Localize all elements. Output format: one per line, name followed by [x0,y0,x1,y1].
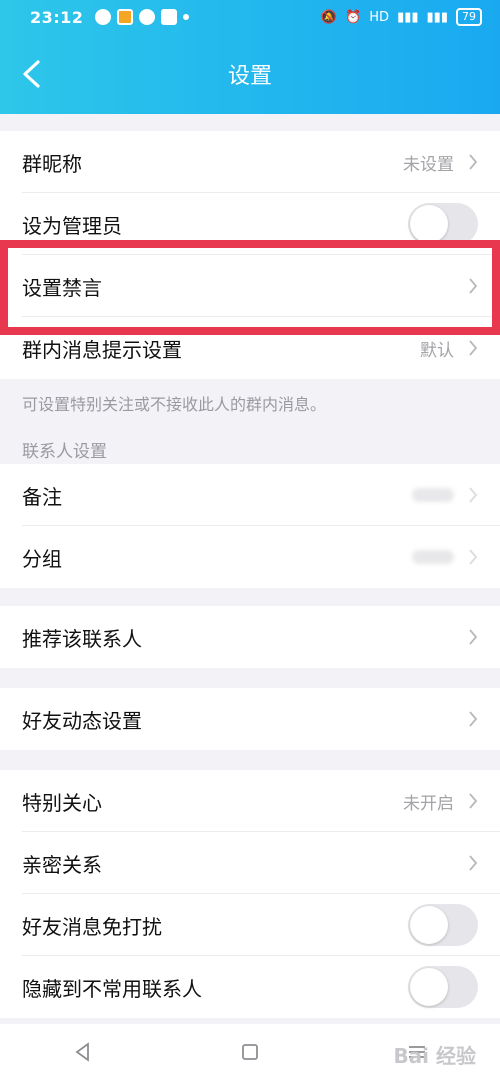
row-right [408,904,478,946]
row-value: 默认 [420,340,454,361]
row-right [412,548,478,566]
chevron-right-icon [468,153,478,171]
row-intimate-relation[interactable]: 亲密关系 [0,832,500,894]
group-friend: 特别关心 未开启 亲密关系 好友消息免打扰 隐藏到不常用联系人 [0,770,500,1018]
status-app-icons [95,9,190,25]
top-bar: 23:12 🔕 ⏰ HD ▮▮▮ ▮▮▮ 79 设置 [0,0,500,114]
dnd-toggle[interactable] [408,904,478,946]
chevron-right-icon [468,628,478,646]
news-icon [161,9,178,25]
chevron-right-icon [468,710,478,728]
status-bar: 23:12 🔕 ⏰ HD ▮▮▮ ▮▮▮ 79 [0,0,500,34]
row-do-not-disturb: 好友消息免打扰 [0,894,500,956]
mute-icon: 🔕 [320,9,338,25]
row-special-care[interactable]: 特别关心 未开启 [0,770,500,832]
toggle-knob [410,906,448,944]
chevron-right-icon [468,792,478,810]
row-label: 设为管理员 [22,213,122,238]
row-hide-uncommon: 隐藏到不常用联系人 [0,956,500,1018]
row-right [412,486,478,504]
hide-toggle[interactable] [408,966,478,1008]
back-button[interactable] [20,54,60,94]
admin-toggle[interactable] [408,203,478,245]
nav-back-button[interactable] [72,1041,94,1067]
row-label: 亲密关系 [22,852,102,877]
row-label: 隐藏到不常用联系人 [22,976,202,1001]
signal-icon: ▮▮▮ [397,9,419,25]
row-right [408,203,478,245]
back-arrow-icon [23,60,40,88]
row-label: 好友消息免打扰 [22,914,162,939]
toggle-knob [410,205,448,243]
row-label: 群昵称 [22,151,82,176]
row-recommend-contact[interactable]: 推荐该联系人 [0,606,500,668]
square-home-icon [242,1044,258,1060]
row-right: 未开启 [403,789,478,814]
row-right: 默认 [420,336,478,361]
row-group-nickname[interactable]: 群昵称 未设置 [0,131,500,193]
wechat-icon [95,9,112,25]
row-group[interactable]: 分组 [0,526,500,588]
row-remark[interactable]: 备注 [0,464,500,526]
group-recommend: 推荐该联系人 [0,606,500,668]
compass-icon [139,9,156,25]
hint-block: 可设置特别关注或不接收此人的群内消息。 联系人设置 [0,379,500,469]
network-type: HD [369,9,390,25]
watermark: Bai 经验 [393,1044,476,1068]
alarm-icon: ⏰ [345,9,362,25]
chevron-right-icon [468,548,478,566]
app-notification-icon [117,9,134,25]
blurred-value [412,488,454,502]
triangle-back-icon [75,1042,90,1062]
group-message-hint: 可设置特别关注或不接收此人的群内消息。 [22,395,327,414]
row-right: 未设置 [403,150,478,175]
row-label: 群内消息提示设置 [22,337,182,362]
chevron-right-icon [468,339,478,357]
group-feed: 好友动态设置 [0,688,500,750]
chevron-right-icon [468,486,478,504]
row-friend-feed-settings[interactable]: 好友动态设置 [0,688,500,750]
row-label: 备注 [22,484,62,509]
group-contact: 备注 分组 [0,464,500,588]
more-dot-icon [183,14,190,20]
highlight-box [0,240,500,335]
row-right [468,854,478,872]
row-label: 特别关心 [22,790,102,815]
page-title: 设置 [227,64,272,89]
section-title-contact: 联系人设置 [22,442,107,462]
row-label: 分组 [22,546,62,571]
row-label: 推荐该联系人 [22,626,142,651]
row-right [468,628,478,646]
nav-home-button[interactable] [239,1041,261,1067]
chevron-right-icon [468,854,478,872]
row-label: 好友动态设置 [22,708,142,733]
row-value: 未开启 [403,793,454,814]
row-value: 未设置 [403,154,454,175]
battery-icon: 79 [456,8,482,26]
signal2-icon: ▮▮▮ [426,9,448,25]
blurred-value [412,550,454,564]
row-right [468,710,478,728]
toggle-knob [410,968,448,1006]
status-time: 23:12 [30,7,84,27]
status-right: 🔕 ⏰ HD ▮▮▮ ▮▮▮ 79 [321,8,482,26]
nav-bar: 设置 [0,34,500,114]
row-right [408,966,478,1008]
